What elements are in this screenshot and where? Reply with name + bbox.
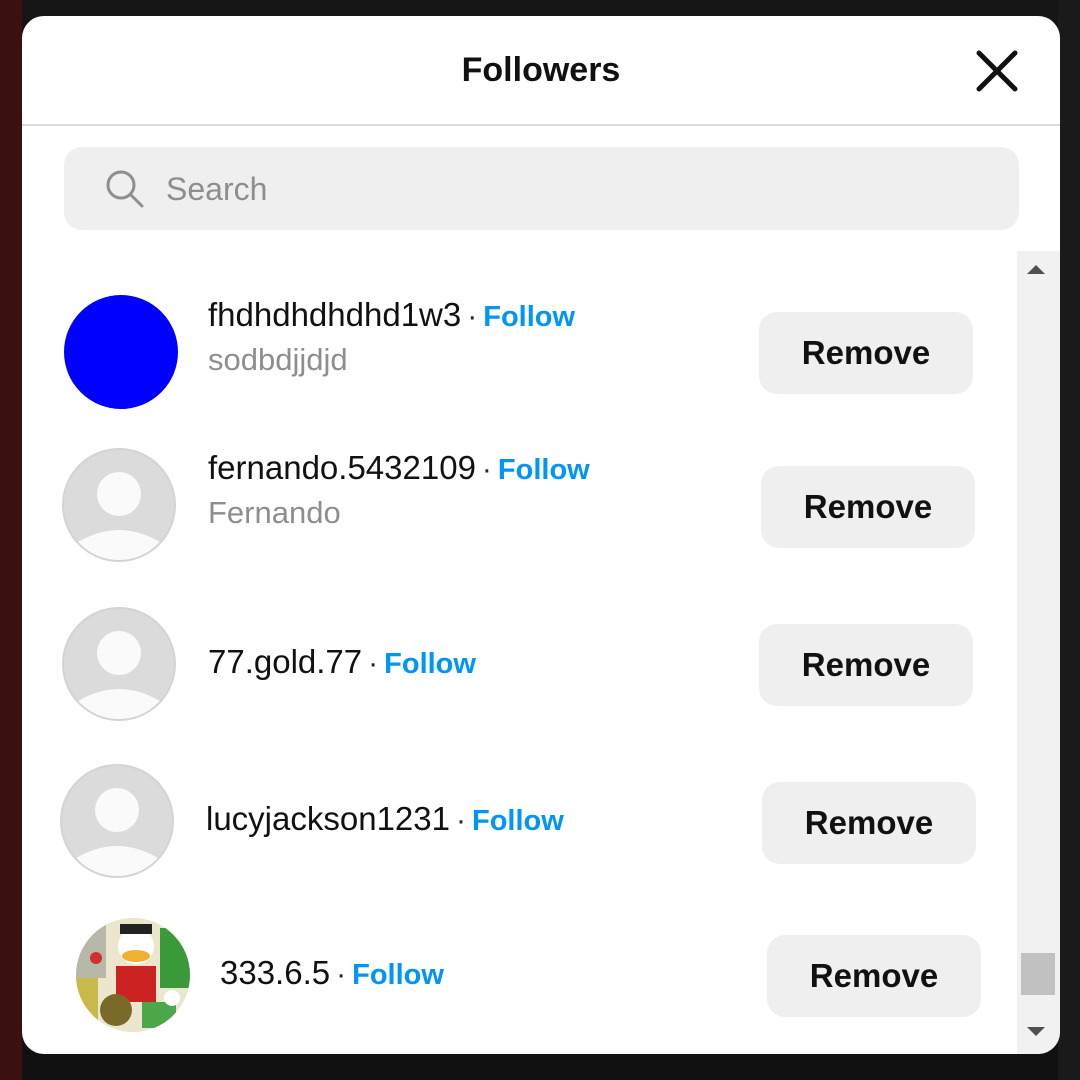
follow-button[interactable]: Follow (384, 648, 476, 680)
separator-dot: · (456, 804, 466, 837)
follow-button[interactable]: Follow (472, 805, 564, 837)
user-silhouette-icon (78, 472, 160, 560)
full-name: sodbdjjdjd (208, 342, 348, 377)
scroll-up-arrow-icon[interactable] (1027, 265, 1045, 274)
username[interactable]: lucyjackson1231 (206, 800, 450, 837)
username[interactable]: 333.6.5 (220, 954, 330, 991)
scrollbar-thumb[interactable] (1021, 953, 1055, 995)
follower-row: 77.gold.77 · Follow Remove (22, 588, 1012, 738)
remove-button[interactable]: Remove (762, 782, 976, 864)
followers-dialog: Followers fhdhdhdhdhd1w3·Follow sodbdjjd… (22, 16, 1060, 1054)
dialog-title: Followers (461, 50, 621, 89)
follow-button[interactable]: Follow (498, 454, 590, 486)
follower-row: 333.6.5 · Follow Remove (22, 898, 1012, 1048)
separator-dot: · (467, 300, 478, 333)
avatar[interactable] (62, 607, 176, 721)
avatar[interactable] (64, 295, 178, 409)
follower-info: lucyjackson1231 · Follow (206, 800, 564, 838)
cartoon-duck-avatar-image (76, 918, 190, 1032)
full-name: Fernando (208, 495, 341, 530)
list-scrollbar[interactable] (1017, 251, 1060, 1054)
search-box[interactable] (64, 147, 1019, 232)
avatar[interactable] (76, 918, 190, 1032)
user-silhouette-icon (78, 631, 160, 719)
separator-dot: · (336, 958, 347, 991)
follow-button[interactable]: Follow (352, 959, 444, 991)
username[interactable]: fhdhdhdhdhd1w3 (208, 296, 461, 333)
close-icon (976, 50, 1018, 92)
background-left-edge (0, 0, 22, 1080)
follower-info: fernando.5432109 · Follow Fernando (208, 449, 590, 531)
avatar[interactable] (62, 448, 176, 562)
dialog-header: Followers (22, 16, 1060, 126)
search-input[interactable] (164, 147, 988, 232)
follower-info: 333.6.5 · Follow (220, 954, 444, 992)
separator-dot: · (368, 647, 379, 680)
username[interactable]: fernando.5432109 (208, 449, 476, 486)
follower-info: fhdhdhdhdhd1w3 · Follow sodbdjjdjd (208, 296, 575, 378)
avatar[interactable] (60, 764, 174, 878)
close-button[interactable] (974, 48, 1020, 94)
remove-button[interactable]: Remove (759, 624, 973, 706)
remove-button[interactable]: Remove (761, 466, 975, 548)
background-right-edge (1058, 0, 1080, 1080)
user-silhouette-icon (76, 788, 158, 876)
followers-list: fhdhdhdhdhd1w3 · Follow sodbdjjdjd Remove … (22, 246, 1012, 1054)
remove-button[interactable]: Remove (759, 312, 973, 394)
scroll-down-arrow-icon[interactable] (1027, 1027, 1045, 1036)
separator-dot: · (481, 453, 492, 486)
username[interactable]: 77.gold.77 (208, 643, 362, 680)
search-icon (106, 170, 144, 208)
follower-row: lucyjackson1231 · Follow Remove (22, 745, 1012, 895)
follower-row: fernando.5432109 · Follow Fernando Remove (22, 429, 1012, 579)
follower-info: 77.gold.77 · Follow (208, 643, 476, 681)
follower-row: fhdhdhdhdhd1w3 · Follow sodbdjjdjd Remove (22, 276, 1012, 426)
remove-button[interactable]: Remove (767, 935, 981, 1017)
follow-button[interactable]: Follow (483, 301, 575, 333)
